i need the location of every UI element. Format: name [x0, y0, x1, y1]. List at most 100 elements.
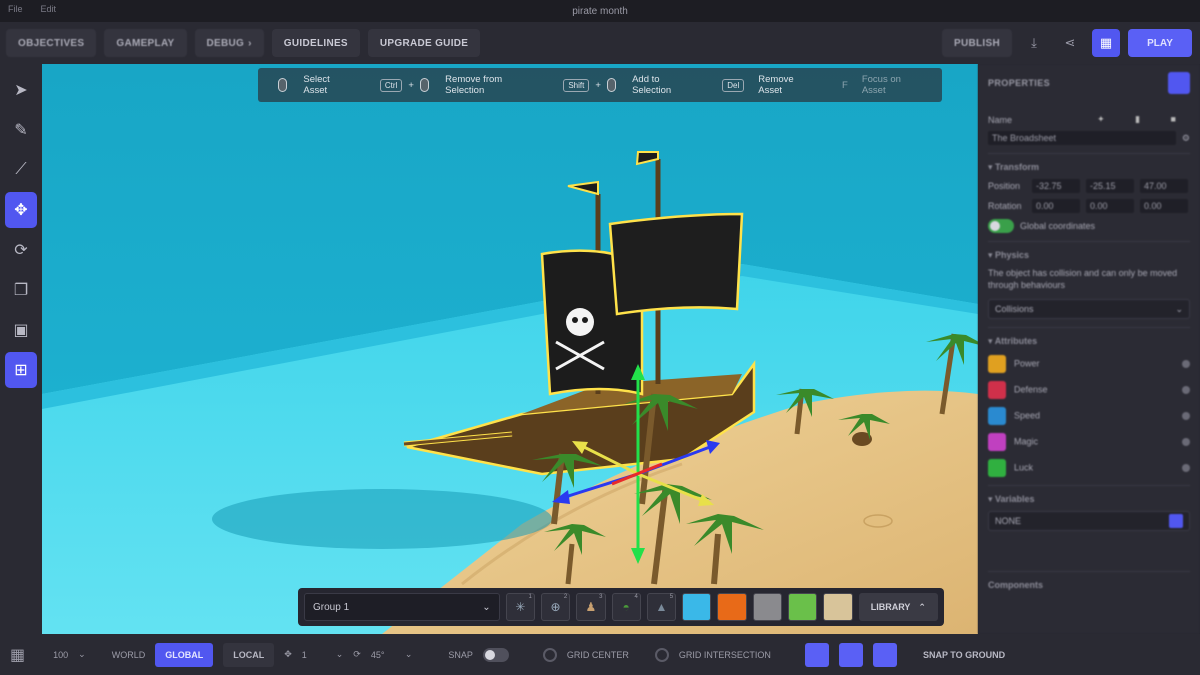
- guidelines-button[interactable]: GUIDELINES: [271, 29, 360, 57]
- grid-icon[interactable]: ▦: [10, 645, 25, 665]
- hint-del-key: Del: [722, 78, 745, 92]
- attribute-row[interactable]: Power: [988, 355, 1190, 373]
- menu-edit[interactable]: Edit: [41, 4, 57, 14]
- attribute-row[interactable]: Speed: [988, 407, 1190, 425]
- gear-icon[interactable]: ⚙: [1182, 133, 1190, 144]
- attribute-toggle[interactable]: [1182, 464, 1190, 472]
- move-tool-icon[interactable]: ✥: [5, 192, 37, 228]
- hint-remove-selection-label: Remove from Selection: [445, 74, 503, 96]
- axis-z-button[interactable]: [872, 642, 897, 667]
- attribute-row[interactable]: Magic: [988, 433, 1190, 451]
- name-field-row: The Broadsheet ⚙: [988, 131, 1190, 145]
- add-variable-icon[interactable]: [1169, 514, 1183, 528]
- physics-header[interactable]: ▾ Physics: [988, 250, 1190, 261]
- axis-x-button[interactable]: [804, 642, 829, 667]
- hint-select-label: Select Asset: [303, 74, 330, 96]
- hint-remove-asset: Del Remove Asset: [722, 74, 814, 96]
- position-z[interactable]: 47.00: [1140, 179, 1188, 193]
- menu-file[interactable]: File: [8, 4, 23, 14]
- transform-header[interactable]: ▾ Transform: [988, 162, 1190, 173]
- collisions-select[interactable]: Collisions ⌄: [988, 299, 1190, 319]
- attribute-label: Defense: [1014, 384, 1048, 395]
- asset-slot-2[interactable]: ⊕ 2: [540, 593, 571, 621]
- grid-tool-icon[interactable]: ▣: [5, 312, 37, 348]
- snap-toggle[interactable]: [482, 647, 509, 662]
- attribute-toggle[interactable]: [1182, 360, 1190, 368]
- rotation-x[interactable]: 0.00: [1032, 199, 1080, 213]
- global-coords-row: Global coordinates: [988, 219, 1190, 233]
- speed-icon: [988, 407, 1006, 425]
- global-button[interactable]: GLOBAL: [155, 642, 214, 667]
- chevron-down-icon: ⌄: [482, 601, 491, 613]
- world-label[interactable]: WORLD: [112, 650, 146, 660]
- panel-title: PROPERTIES: [988, 78, 1051, 88]
- group-select[interactable]: Group 1 ⌄: [304, 593, 500, 621]
- attribute-toggle[interactable]: [1182, 386, 1190, 394]
- scene-viewport[interactable]: Select Asset Ctrl + Remove from Selectio…: [42, 64, 978, 634]
- brush-tool-icon[interactable]: ✎: [5, 112, 37, 148]
- panel-menu-icon[interactable]: [1168, 72, 1190, 94]
- move-step-value[interactable]: 1: [302, 650, 326, 660]
- select-tool-icon[interactable]: ➤: [5, 72, 37, 108]
- attributes-header[interactable]: ▾ Attributes: [988, 336, 1190, 347]
- variables-select[interactable]: NONE: [988, 511, 1190, 531]
- luck-icon: [988, 459, 1006, 477]
- objectives-button[interactable]: OBJECTIVES: [6, 29, 97, 57]
- local-button[interactable]: LOCAL: [223, 642, 275, 667]
- name-field[interactable]: The Broadsheet: [988, 131, 1176, 145]
- sand-block-icon[interactable]: [823, 593, 853, 621]
- play-button[interactable]: PLAY: [1128, 29, 1192, 57]
- eyedropper-tool-icon[interactable]: ⟋: [5, 152, 37, 188]
- mouse-icon: [419, 78, 430, 92]
- position-x[interactable]: -32.75: [1032, 179, 1080, 193]
- asset-slot-4[interactable]: ◓ 4: [611, 593, 641, 621]
- rotation-label: Rotation: [988, 201, 1022, 211]
- global-coords-toggle[interactable]: [988, 219, 1014, 233]
- spider-icon: ✳: [515, 600, 526, 614]
- attribute-toggle[interactable]: [1182, 438, 1190, 446]
- rotate-tool-icon[interactable]: ⟳: [5, 232, 37, 268]
- snap-to-ground-button[interactable]: SNAP TO GROUND: [923, 650, 1005, 660]
- variables-header[interactable]: ▾ Variables: [988, 494, 1190, 505]
- grid-intersection-radio[interactable]: [654, 647, 669, 662]
- attribute-row[interactable]: Defense: [988, 381, 1190, 399]
- grass-block-icon[interactable]: [788, 593, 818, 621]
- components-header[interactable]: Components: [988, 580, 1190, 590]
- stone-block-icon[interactable]: [752, 593, 783, 621]
- rotation-y[interactable]: 0.00: [1086, 199, 1134, 213]
- gameplay-button[interactable]: GAMEPLAY: [104, 29, 187, 57]
- asset-slot-1[interactable]: ✳ 1: [505, 593, 535, 621]
- position-y[interactable]: -25.15: [1086, 179, 1134, 193]
- global-coords-label: Global coordinates: [1020, 221, 1096, 231]
- snap-label: SNAP: [448, 649, 473, 660]
- download-icon[interactable]: ⤓: [1020, 29, 1048, 57]
- grid-center-radio[interactable]: [542, 647, 557, 662]
- duplicate-tool-icon[interactable]: ❐: [5, 272, 37, 308]
- settings-icon[interactable]: ▦: [1092, 29, 1120, 57]
- asset-slot-5[interactable]: ▲ 5: [646, 593, 677, 621]
- asset-slot-3[interactable]: ♟ 3: [576, 593, 606, 621]
- debug-button[interactable]: DEBUG ›: [194, 29, 264, 57]
- add-asset-icon[interactable]: ⊞: [5, 352, 37, 388]
- water-block-icon[interactable]: [682, 593, 712, 621]
- grid-size[interactable]: 100: [53, 650, 68, 660]
- lava-block-icon[interactable]: [717, 593, 747, 621]
- hint-focus-label: Focus on Asset: [861, 74, 901, 96]
- publish-button[interactable]: PUBLISH: [942, 29, 1012, 57]
- attribute-row[interactable]: Luck: [988, 459, 1190, 477]
- position-label: Position: [988, 181, 1021, 191]
- hint-f-key: F: [842, 79, 848, 91]
- defense-icon: [988, 381, 1006, 399]
- library-button[interactable]: LIBRARY ⌃: [858, 593, 938, 621]
- left-toolbar: ➤ ✎ ⟋ ✥ ⟳ ❐ ▣ ⊞: [0, 64, 42, 634]
- rotation-z[interactable]: 0.00: [1140, 199, 1188, 213]
- upgrade-guide-button[interactable]: UPGRADE GUIDE: [367, 29, 481, 57]
- attribute-toggle[interactable]: [1182, 412, 1190, 420]
- mouse-icon: [278, 78, 288, 92]
- magic-icon: [988, 433, 1006, 451]
- share-icon[interactable]: ⋖: [1056, 29, 1084, 57]
- rock-icon: ▲: [655, 600, 668, 614]
- axis-y-button[interactable]: [838, 642, 863, 667]
- attribute-list: Power Defense Speed Magic Luck: [988, 355, 1190, 477]
- rotate-step-value[interactable]: 45°: [371, 650, 395, 660]
